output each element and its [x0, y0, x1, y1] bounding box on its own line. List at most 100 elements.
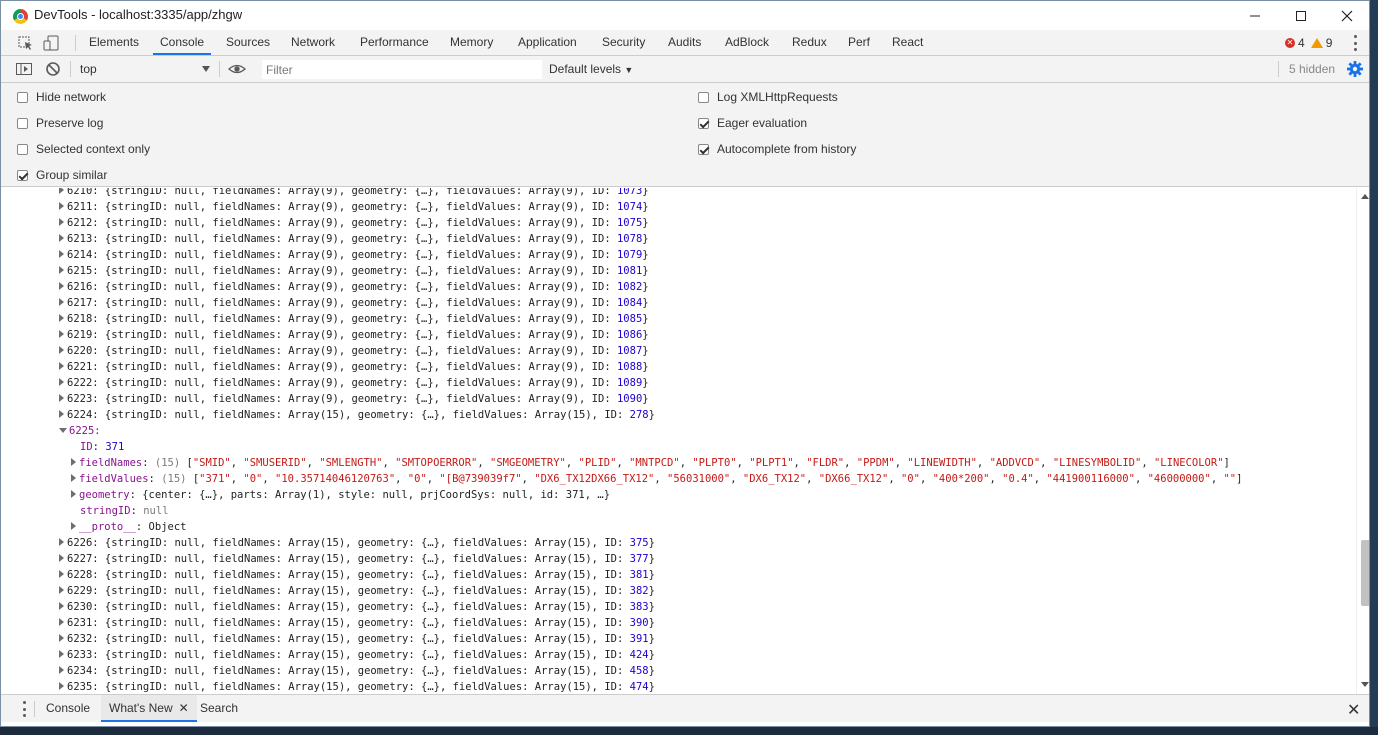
expand-triangle-icon[interactable] [71, 522, 76, 530]
scroll-down-icon[interactable] [1361, 682, 1369, 687]
drawer-tab-whats-new[interactable]: What's New ✕ [101, 695, 197, 722]
expand-triangle-icon[interactable] [59, 650, 64, 658]
expand-triangle-icon[interactable] [59, 218, 64, 226]
console-row[interactable]: 6231: {stringID: null, fieldNames: Array… [59, 615, 655, 631]
tab-sources[interactable]: Sources [226, 30, 270, 55]
log-levels-dropdown[interactable]: Default levels ▼ [549, 62, 633, 76]
filter-input[interactable] [262, 60, 542, 79]
hide-network-checkbox[interactable] [17, 91, 28, 103]
tab-redux[interactable]: Redux [792, 30, 827, 55]
maximize-icon[interactable] [1278, 1, 1324, 30]
autocomplete-history-option[interactable]: Autocomplete from history [698, 142, 856, 156]
expand-triangle-icon[interactable] [59, 298, 64, 306]
console-row[interactable]: 6218: {stringID: null, fieldNames: Array… [59, 311, 649, 327]
scrollbar-thumb[interactable] [1361, 540, 1369, 606]
expand-triangle-icon[interactable] [59, 602, 64, 610]
prop-fieldNames[interactable]: fieldNames: (15) ["SMID", "SMUSERID", "S… [71, 455, 1230, 471]
expand-triangle-icon[interactable] [59, 202, 64, 210]
expand-triangle-icon[interactable] [59, 188, 64, 194]
close-icon[interactable] [1324, 1, 1369, 30]
console-row[interactable]: 6213: {stringID: null, fieldNames: Array… [59, 231, 649, 247]
console-row[interactable]: 6220: {stringID: null, fieldNames: Array… [59, 343, 649, 359]
context-selector[interactable]: top [80, 62, 97, 76]
prop-stringid[interactable]: stringID: null [80, 503, 169, 519]
expand-triangle-icon[interactable] [71, 490, 76, 498]
eager-evaluation-option[interactable]: Eager evaluation [698, 116, 807, 130]
console-row[interactable]: 6226: {stringID: null, fieldNames: Array… [59, 535, 655, 551]
tab-application[interactable]: Application [518, 30, 577, 55]
expand-triangle-icon[interactable] [59, 538, 64, 546]
preserve-log-checkbox[interactable] [17, 117, 28, 129]
tab-network[interactable]: Network [291, 30, 335, 55]
group-similar-option[interactable]: Group similar [17, 168, 107, 182]
expand-triangle-icon[interactable] [59, 666, 64, 674]
console-row[interactable]: 6224: {stringID: null, fieldNames: Array… [59, 407, 655, 423]
console-row[interactable]: 6232: {stringID: null, fieldNames: Array… [59, 631, 655, 647]
prop-proto[interactable]: __proto__: Object [71, 519, 186, 535]
close-drawer-icon[interactable]: ✕ [1347, 700, 1360, 720]
console-output[interactable]: 6210: {stringID: null, fieldNames: Array… [9, 188, 1356, 694]
issue-counter[interactable]: ✕ 4 9 [1285, 36, 1332, 50]
expanded-row-header[interactable]: 6225: [59, 423, 101, 439]
console-row[interactable]: 6216: {stringID: null, fieldNames: Array… [59, 279, 649, 295]
clear-console-icon[interactable] [44, 60, 62, 78]
console-row[interactable]: 6217: {stringID: null, fieldNames: Array… [59, 295, 649, 311]
tab-perf[interactable]: Perf [848, 30, 870, 55]
chevron-down-icon[interactable] [202, 66, 210, 72]
console-row[interactable]: 6215: {stringID: null, fieldNames: Array… [59, 263, 649, 279]
console-row[interactable]: 6227: {stringID: null, fieldNames: Array… [59, 551, 655, 567]
console-row[interactable]: 6234: {stringID: null, fieldNames: Array… [59, 663, 655, 679]
expand-triangle-icon[interactable] [59, 378, 64, 386]
preserve-log-option[interactable]: Preserve log [17, 116, 103, 130]
expand-triangle-icon[interactable] [71, 474, 76, 482]
console-row[interactable]: 6235: {stringID: null, fieldNames: Array… [59, 679, 655, 694]
expand-triangle-icon[interactable] [59, 330, 64, 338]
tab-memory[interactable]: Memory [450, 30, 493, 55]
expand-triangle-icon[interactable] [59, 394, 64, 402]
expand-triangle-icon[interactable] [59, 570, 64, 578]
tab-adblock[interactable]: AdBlock [725, 30, 769, 55]
scroll-up-icon[interactable] [1361, 194, 1369, 199]
expand-triangle-icon[interactable] [59, 282, 64, 290]
group-similar-checkbox[interactable] [17, 169, 28, 181]
console-row[interactable]: 6212: {stringID: null, fieldNames: Array… [59, 215, 649, 231]
drawer-menu-icon[interactable] [20, 701, 28, 717]
device-toolbar-icon[interactable] [43, 34, 61, 52]
console-row[interactable]: 6230: {stringID: null, fieldNames: Array… [59, 599, 655, 615]
expand-triangle-icon[interactable] [59, 346, 64, 354]
expand-triangle-icon[interactable] [71, 458, 76, 466]
inspect-element-icon[interactable] [17, 34, 35, 52]
drawer-tab-search[interactable]: Search [200, 695, 238, 722]
prop-geometry[interactable]: geometry: {center: {…}, parts: Array(1),… [71, 487, 610, 503]
console-row[interactable]: 6214: {stringID: null, fieldNames: Array… [59, 247, 649, 263]
console-row[interactable]: 6211: {stringID: null, fieldNames: Array… [59, 199, 649, 215]
expand-triangle-icon[interactable] [59, 682, 64, 690]
expand-triangle-icon[interactable] [59, 250, 64, 258]
eager-evaluation-checkbox[interactable] [698, 117, 709, 129]
more-options-icon[interactable] [1351, 35, 1359, 51]
console-row[interactable]: 6229: {stringID: null, fieldNames: Array… [59, 583, 655, 599]
prop-fieldValues[interactable]: fieldValues: (15) ["371", "0", "10.35714… [71, 471, 1242, 487]
expand-triangle-icon[interactable] [59, 618, 64, 626]
expand-triangle-icon[interactable] [59, 362, 64, 370]
live-expression-eye-icon[interactable] [228, 60, 246, 78]
console-settings-gear-icon[interactable] [1346, 60, 1364, 78]
close-tab-icon[interactable]: ✕ [179, 701, 189, 715]
prop-id[interactable]: ID: 371 [80, 439, 124, 455]
console-row[interactable]: 6228: {stringID: null, fieldNames: Array… [59, 567, 655, 583]
minimize-icon[interactable] [1232, 1, 1278, 30]
sidebar-toggle-icon[interactable] [15, 60, 33, 78]
tab-security[interactable]: Security [602, 30, 645, 55]
tab-console[interactable]: Console [153, 30, 212, 55]
console-scrollbar[interactable] [1356, 188, 1369, 694]
hide-network-option[interactable]: Hide network [17, 90, 106, 104]
log-xhr-option[interactable]: Log XMLHttpRequests [698, 90, 838, 104]
expand-triangle-icon[interactable] [59, 410, 64, 418]
expand-triangle-icon[interactable] [59, 234, 64, 242]
log-xhr-checkbox[interactable] [698, 91, 709, 103]
expand-triangle-icon[interactable] [59, 314, 64, 322]
selected-context-option[interactable]: Selected context only [17, 142, 150, 156]
console-row[interactable]: 6221: {stringID: null, fieldNames: Array… [59, 359, 649, 375]
expand-triangle-icon[interactable] [59, 554, 64, 562]
console-row[interactable]: 6210: {stringID: null, fieldNames: Array… [59, 188, 649, 199]
